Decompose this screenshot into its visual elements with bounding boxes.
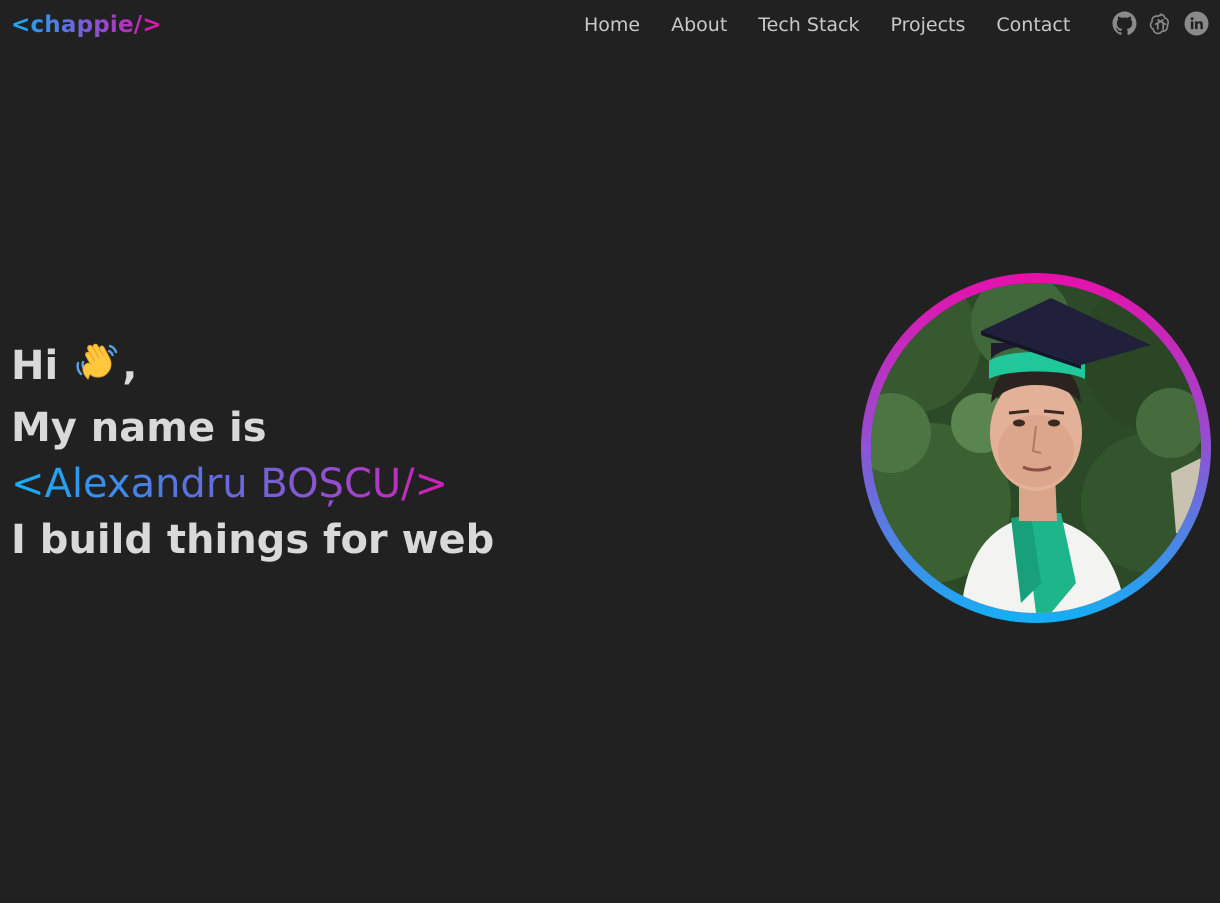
nav-projects-link[interactable]: Projects — [891, 12, 966, 38]
nav-home-link[interactable]: Home — [584, 12, 640, 38]
social-links — [1112, 11, 1209, 36]
openai-icon[interactable] — [1148, 11, 1173, 36]
nav-contact-link[interactable]: Contact — [996, 12, 1070, 38]
tagline: I build things for web — [11, 517, 495, 563]
wave-icon — [72, 341, 120, 400]
site-logo[interactable]: <chappie/> — [11, 10, 162, 40]
avatar — [871, 283, 1201, 613]
greeting-line: Hi , — [11, 338, 494, 400]
linkedin-icon[interactable] — [1184, 11, 1209, 36]
name-heading: <Alexandru BOȘCU/> — [11, 456, 448, 512]
greeting-text: Hi — [11, 343, 59, 389]
intro-line: My name is — [11, 405, 267, 451]
page: <chappie/> Home About Tech Stack Project… — [0, 0, 1220, 903]
github-icon[interactable] — [1112, 11, 1137, 36]
nav-tech-stack-link[interactable]: Tech Stack — [758, 12, 859, 38]
avatar-frame — [861, 273, 1211, 623]
main-nav: Home About Tech Stack Projects Contact — [584, 12, 1070, 38]
greeting-suffix: , — [122, 343, 138, 389]
nav-about-link[interactable]: About — [671, 12, 727, 38]
hero-text: Hi , My name is <Alexandru BOȘCU/> I bui… — [11, 338, 494, 568]
